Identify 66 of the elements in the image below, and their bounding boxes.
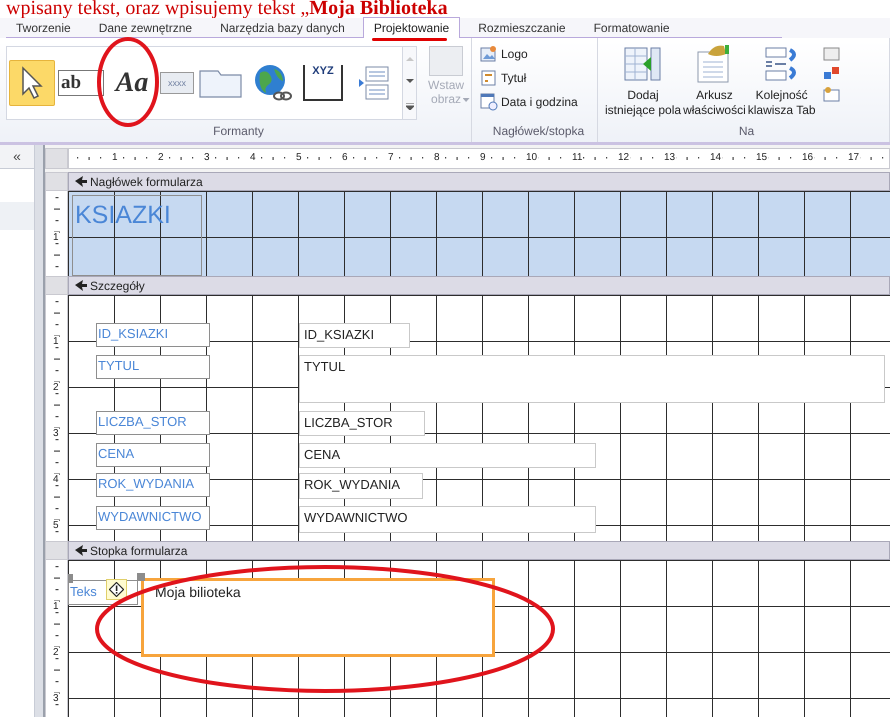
field-label: TYTUL — [96, 355, 210, 379]
scroll-down-icon[interactable] — [406, 79, 414, 84]
ruler-number: 5 — [53, 520, 59, 531]
shapes-icon[interactable] — [822, 66, 841, 82]
section-bar: Stopka formularza — [68, 541, 890, 560]
form-icon[interactable] — [822, 46, 841, 62]
warning-icon[interactable] — [106, 579, 127, 600]
caret-icon — [462, 98, 470, 102]
text-box[interactable]: CENA — [299, 443, 596, 468]
ruler-number: 2 — [53, 647, 59, 658]
ruler-number: 3 — [53, 693, 59, 704]
list-icon — [357, 64, 391, 102]
gallery-scroll[interactable] — [403, 46, 418, 120]
section-bar: Nagłówek formularza — [68, 172, 890, 191]
text-box[interactable]: WYDAWNICTWO — [299, 506, 596, 533]
ruler-number: 1 — [53, 336, 59, 347]
ribbon-tab[interactable]: Rozmieszczanie — [468, 18, 576, 37]
section-arrow-icon — [75, 280, 87, 291]
group-label: Nagłówek/stopka — [492, 123, 586, 140]
text-box[interactable]: ROK_WYDANIA — [299, 473, 423, 499]
move-handle[interactable] — [137, 573, 145, 581]
text-box[interactable]: TYTUL — [299, 355, 885, 403]
option-group-tool-button[interactable]: XYZ — [303, 65, 343, 101]
tool-button[interactable]: Dodaj istniejące pola — [604, 44, 682, 118]
ribbon-tab[interactable]: Formatowanie — [584, 18, 680, 37]
pane-splitter[interactable] — [35, 145, 45, 717]
field-label: ID_KSIAZKI — [96, 323, 210, 347]
field-label: CENA — [96, 443, 210, 467]
title-frame-icon — [480, 69, 498, 87]
ribbon-tab[interactable]: Dane zewnętrzne — [88, 18, 202, 37]
ribbon-tab[interactable]: Tworzenie — [6, 18, 81, 37]
calendar-clock-icon — [480, 93, 498, 111]
text-box[interactable]: ID_KSIAZKI — [299, 323, 410, 348]
ribbon-tab[interactable]: Narzędzia bazy danych — [210, 18, 355, 37]
logo-image-icon — [480, 45, 498, 63]
section-arrow-icon — [75, 545, 87, 556]
text-box[interactable]: Moja bilioteka — [141, 578, 495, 657]
section-bar: Szczegóły — [68, 276, 890, 295]
group-label: Na — [738, 123, 756, 140]
ruler-number: 4 — [53, 474, 59, 485]
annotation-text: wpisany tekst, oraz wpisujemy tekst „Moja Biblioteka — [5, 0, 449, 18]
pointer-tool-button[interactable] — [9, 60, 55, 106]
ruler-number: 3 — [53, 428, 59, 439]
textbox-tool-button[interactable]: ab — [58, 70, 104, 96]
collapse-pane-button[interactable]: « — [0, 145, 34, 169]
ribbon-tab[interactable]: Projektowanie — [362, 17, 460, 38]
picture-icon — [429, 46, 464, 76]
move-handle[interactable] — [68, 574, 73, 583]
field-label: LICZBA_STOR — [96, 411, 210, 435]
field-label: ROK_WYDANIA — [96, 473, 210, 497]
header-tool-button[interactable]: Logo — [480, 44, 578, 64]
code-icon[interactable] — [822, 86, 841, 102]
pointer-icon — [20, 66, 44, 100]
tool-button[interactable]: Arkusz właściwości — [682, 44, 747, 118]
tool-button[interactable]: Kolejność klawisza Tab — [746, 44, 817, 118]
text-box[interactable]: LICZBA_STOR — [299, 411, 425, 436]
group-label: Formanty — [212, 123, 265, 140]
globe-chain-icon — [252, 63, 292, 103]
section-arrow-icon — [75, 176, 87, 187]
ruler-number: 1 — [53, 232, 59, 243]
header-tool-button[interactable]: Data i godzina — [480, 92, 578, 112]
ruler-number: 2 — [53, 382, 59, 393]
header-tool-button[interactable]: Tytuł — [480, 68, 578, 88]
gallery-expand-icon[interactable] — [406, 102, 414, 110]
ruler-number: 1 — [53, 601, 59, 612]
field-label: WYDAWNICTWO — [96, 506, 210, 530]
